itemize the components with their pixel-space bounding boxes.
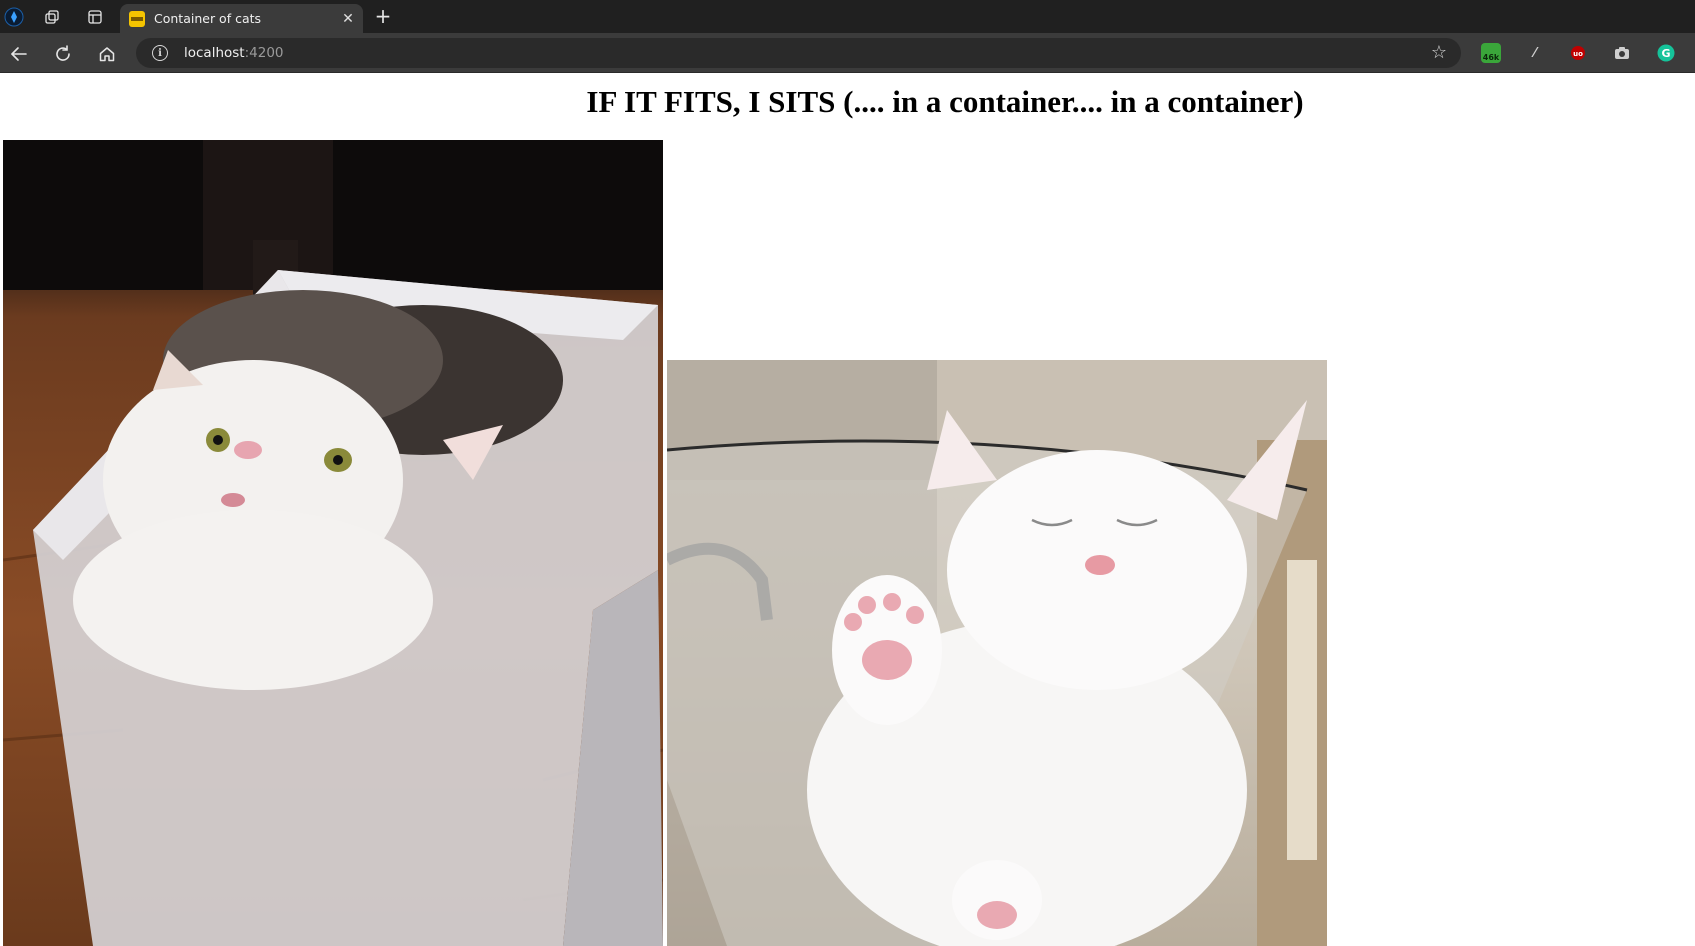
page-title: IF IT FITS, I SITS (.... in a container.…: [586, 84, 1304, 119]
site-info-icon[interactable]: i: [152, 45, 168, 61]
favicon-icon: [129, 11, 145, 27]
tab-active[interactable]: Container of cats ✕: [120, 4, 363, 33]
close-icon[interactable]: ✕: [339, 9, 357, 27]
browser-toolbar: i localhost:4200 ☆ 46k ⁄ uo G: [0, 33, 1695, 73]
url-text[interactable]: localhost:4200: [184, 45, 284, 61]
back-icon[interactable]: [5, 40, 33, 68]
grammarly-icon[interactable]: G: [1656, 43, 1676, 63]
camera-icon[interactable]: [1612, 43, 1632, 63]
extension-badge-count: 46k: [1482, 52, 1500, 62]
tab-strip: Container of cats ✕ +: [0, 0, 1695, 33]
reload-icon[interactable]: [49, 40, 77, 68]
cat-image-vase: [667, 360, 1327, 946]
favorite-star-icon[interactable]: ☆: [1431, 42, 1447, 63]
svg-text:uo: uo: [1573, 50, 1583, 58]
address-bar[interactable]: i localhost:4200 ☆: [136, 38, 1461, 68]
eyedropper-icon[interactable]: ⁄: [1525, 43, 1545, 63]
new-tab-button[interactable]: +: [371, 4, 395, 28]
svg-text:G: G: [1661, 47, 1670, 60]
tab-actions-icon[interactable]: [83, 5, 107, 29]
home-icon[interactable]: [93, 40, 121, 68]
ublock-icon[interactable]: uo: [1568, 43, 1588, 63]
cat-image-box: [3, 140, 663, 946]
profile-icon[interactable]: [2, 5, 26, 29]
url-host: localhost: [184, 45, 245, 61]
workspaces-icon[interactable]: [40, 5, 64, 29]
url-port: :4200: [244, 45, 284, 61]
tab-title: Container of cats: [154, 11, 262, 26]
extension-badge-icon[interactable]: 46k: [1481, 43, 1501, 63]
